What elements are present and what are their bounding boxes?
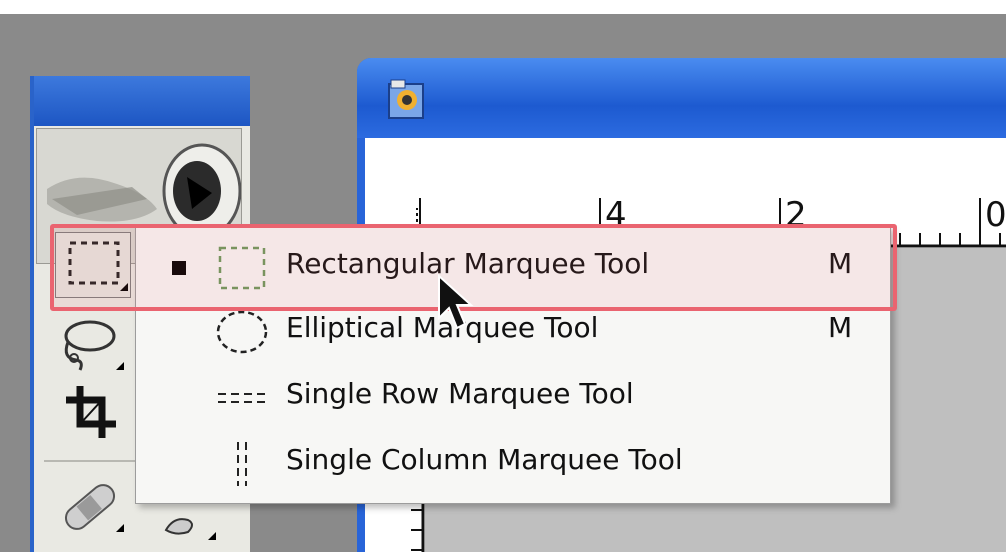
menu-item-label: Single Row Marquee Tool (286, 377, 634, 410)
menu-item-single-column-marquee[interactable]: Single Column Marquee Tool (150, 434, 880, 494)
single-column-marquee-icon (237, 442, 247, 486)
bandage-icon (64, 484, 124, 532)
brush-tool-button[interactable] (152, 496, 226, 552)
document-title-bar[interactable] (357, 58, 1006, 138)
lasso-icon (64, 320, 124, 371)
lasso-tool-button[interactable] (54, 314, 128, 380)
top-strip (0, 0, 1006, 14)
elliptical-marquee-icon (216, 310, 268, 354)
menu-item-label: Single Column Marquee Tool (286, 443, 683, 476)
menu-item-single-row-marquee[interactable]: Single Row Marquee Tool (150, 368, 880, 428)
ruler-label-0: 0 (985, 195, 1006, 235)
crop-icon (66, 386, 116, 438)
document-app-icon[interactable] (385, 78, 429, 122)
toolbox-title-bar[interactable] (34, 76, 250, 126)
healing-brush-tool-button[interactable] (54, 474, 128, 540)
single-row-marquee-icon (218, 393, 268, 403)
menu-item-shortcut: M (828, 311, 853, 344)
menu-item-elliptical-marquee[interactable]: Elliptical Marquee Tool M (150, 302, 880, 362)
crop-tool-button[interactable] (54, 380, 128, 446)
brush-icon (164, 518, 216, 540)
mouse-pointer-icon (438, 274, 474, 330)
